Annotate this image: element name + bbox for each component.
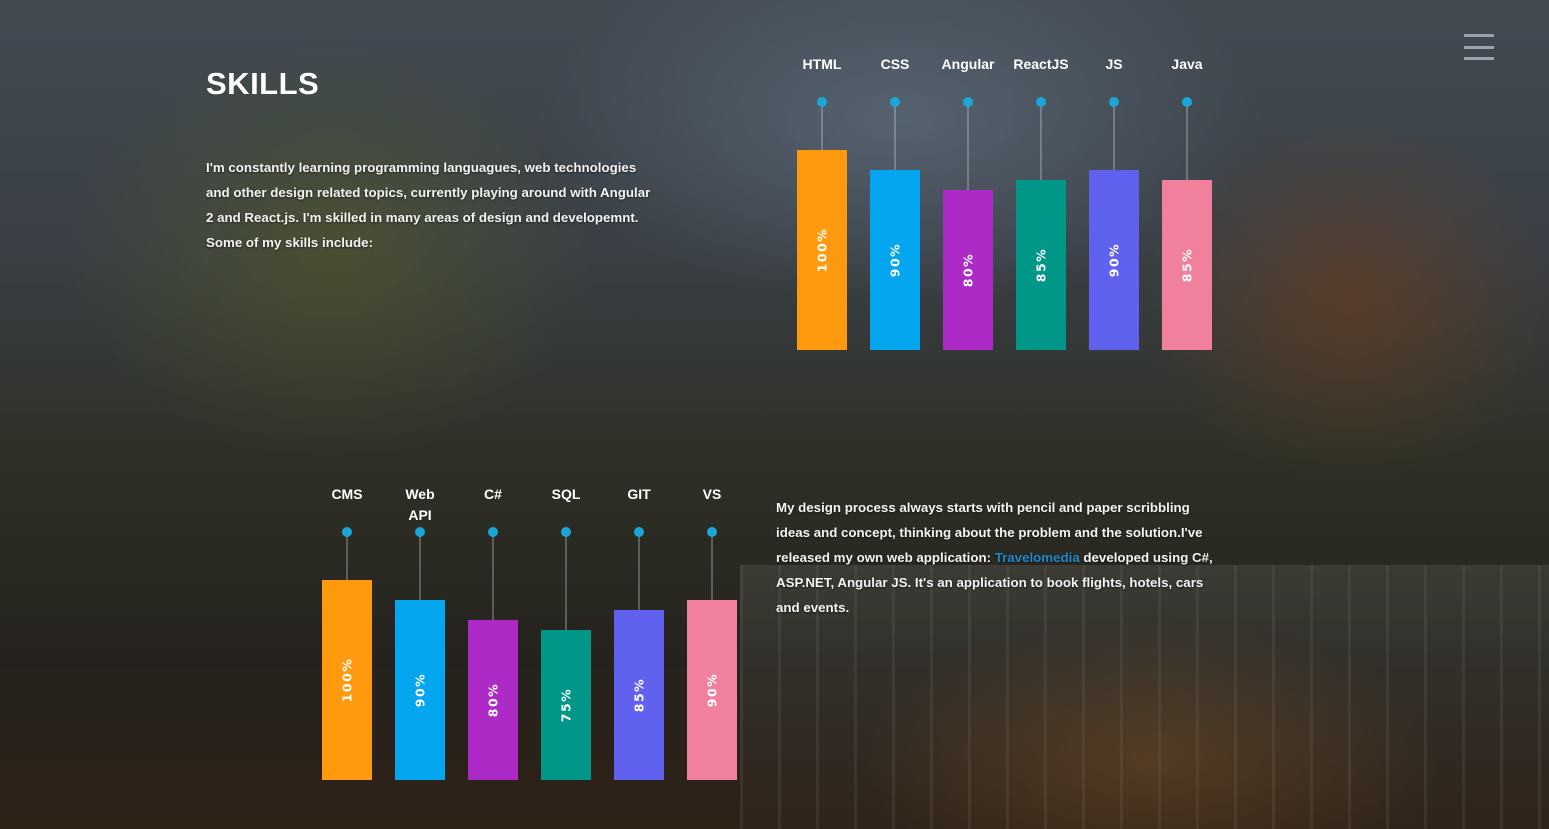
hamburger-menu-icon[interactable] (1464, 34, 1494, 60)
skill-dot (634, 527, 644, 537)
skill-category-label-line: CSS (881, 56, 910, 72)
skill-value-label: 90% (1107, 243, 1122, 277)
design-process-paragraph: My design process always starts with pen… (776, 495, 1221, 620)
skill-category-label: SQL (552, 486, 581, 502)
menu-line (1464, 45, 1494, 49)
skill-category-label-line: C# (484, 486, 502, 502)
skill-category-label: ReactJS (1013, 56, 1068, 72)
skill-category-label: JS (1105, 56, 1122, 72)
skill-dot (342, 527, 352, 537)
skill-value-label: 90% (413, 673, 428, 707)
skill-dot (1109, 97, 1119, 107)
menu-line (1464, 34, 1494, 37)
skill-category-label-line: CMS (331, 486, 362, 502)
skills-chart-backend: CMS 100% Web API 90% C# 80% SQL 75% GIT 85% VS 90% (305, 480, 755, 790)
skill-category-label-line: Web (405, 486, 434, 502)
skill-dot (890, 97, 900, 107)
skill-category-label: Java (1171, 56, 1202, 72)
skill-category-label-line: Angular (942, 56, 995, 72)
skill-category-label-line: API (408, 507, 431, 523)
skill-category-label-line: Java (1171, 56, 1202, 72)
skill-category-label: HTML (803, 56, 842, 72)
skill-value-label: 85% (632, 678, 647, 712)
skill-value-label: 85% (1034, 248, 1049, 282)
skill-category-label-line: JS (1105, 56, 1122, 72)
skill-dot (1182, 97, 1192, 107)
background-overlay (0, 0, 1549, 829)
skill-category-label: GIT (627, 486, 651, 502)
skills-chart-frontend-svg: HTML 100% CSS 90% Angular 80% ReactJS 85% JS 90% J… (797, 56, 1212, 350)
skill-value-label: 75% (559, 688, 574, 722)
skill-category-label: Angular (942, 56, 995, 72)
skill-category-label-line: VS (703, 486, 722, 502)
skill-dot (488, 527, 498, 537)
skill-value-label: 90% (705, 673, 720, 707)
skill-category-label: Web API (405, 486, 434, 523)
skill-value-label: 85% (1180, 248, 1195, 282)
travelomedia-link[interactable]: Travelomedia (995, 550, 1080, 565)
skill-category-label-line: HTML (803, 56, 842, 72)
skill-dot (415, 527, 425, 537)
skill-value-label: 80% (486, 683, 501, 717)
skill-value-label: 90% (888, 243, 903, 277)
skill-category-label: CSS (881, 56, 910, 72)
skill-dot (963, 97, 973, 107)
menu-line (1464, 57, 1494, 60)
skills-chart-backend-svg: CMS 100% Web API 90% C# 80% SQL 75% GIT 85% VS 90% (322, 486, 737, 780)
skill-value-label: 80% (961, 253, 976, 287)
page-title: SKILLS (206, 66, 320, 101)
skill-dot (817, 97, 827, 107)
skill-value-label: 100% (340, 658, 355, 703)
skill-dot (561, 527, 571, 537)
skill-dot (707, 527, 717, 537)
intro-paragraph: I'm constantly learning programming lang… (206, 160, 651, 250)
skill-category-label: VS (703, 486, 722, 502)
skill-value-label: 100% (815, 228, 830, 273)
skill-category-label-line: GIT (627, 486, 651, 502)
skill-category-label: C# (484, 486, 502, 502)
skill-category-label: CMS (331, 486, 362, 502)
skill-category-label-line: SQL (552, 486, 581, 502)
skill-dot (1036, 97, 1046, 107)
skill-category-label-line: ReactJS (1013, 56, 1068, 72)
skills-chart-frontend: HTML 100% CSS 90% Angular 80% ReactJS 85% JS 90% J… (780, 50, 1230, 360)
